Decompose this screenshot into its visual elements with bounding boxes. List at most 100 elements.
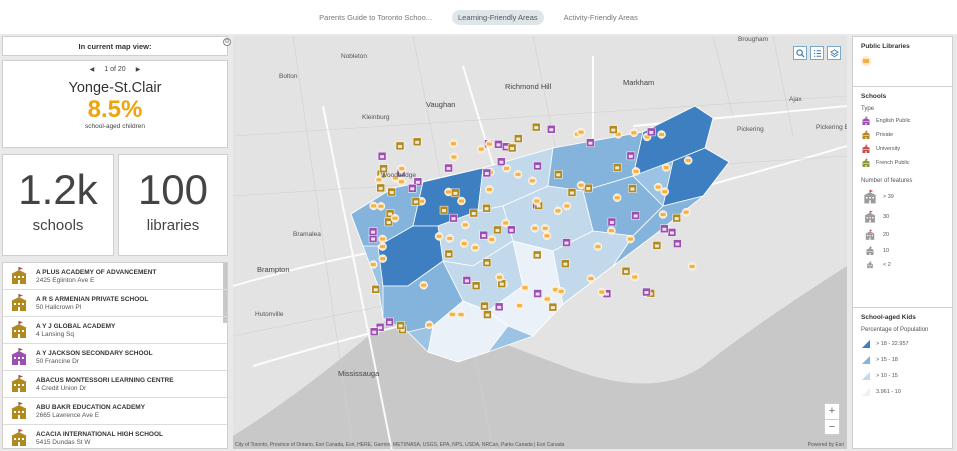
next-arrow-icon[interactable]: ▶ xyxy=(136,66,141,73)
library-marker[interactable] xyxy=(457,196,466,206)
school-cluster-marker[interactable] xyxy=(482,168,492,178)
school-cluster-marker[interactable] xyxy=(584,183,593,193)
library-marker[interactable] xyxy=(369,201,378,211)
school-cluster-marker[interactable] xyxy=(479,230,488,240)
list-item[interactable]: A Y JACKSON SECONDARY SCHOOL 50 Francine … xyxy=(3,344,227,371)
school-cluster-marker[interactable] xyxy=(412,137,422,147)
school-cluster-marker[interactable] xyxy=(395,141,405,151)
school-cluster-marker[interactable] xyxy=(507,143,517,153)
school-cluster-marker[interactable] xyxy=(652,241,662,250)
library-marker[interactable] xyxy=(502,164,511,173)
school-cluster-marker[interactable] xyxy=(562,238,571,247)
library-marker[interactable] xyxy=(543,294,552,304)
library-marker[interactable] xyxy=(520,283,530,292)
school-cluster-marker[interactable] xyxy=(377,151,387,161)
library-marker[interactable] xyxy=(495,273,504,282)
powered-by[interactable]: Powered by Esri xyxy=(808,442,844,448)
library-marker[interactable] xyxy=(626,234,635,244)
school-cluster-marker[interactable] xyxy=(548,302,558,312)
library-marker[interactable] xyxy=(562,201,572,211)
school-cluster-marker[interactable] xyxy=(444,249,454,259)
library-marker[interactable] xyxy=(530,224,540,233)
library-marker[interactable] xyxy=(658,210,668,219)
library-marker[interactable] xyxy=(456,310,466,319)
library-marker[interactable] xyxy=(445,234,455,243)
library-marker[interactable] xyxy=(501,218,510,228)
school-cluster-marker[interactable] xyxy=(667,228,677,237)
school-cluster-marker[interactable] xyxy=(449,213,458,223)
library-marker[interactable] xyxy=(376,202,386,211)
search-icon[interactable] xyxy=(793,46,807,60)
library-marker[interactable] xyxy=(653,182,663,192)
library-marker[interactable] xyxy=(687,262,697,271)
library-marker[interactable] xyxy=(378,242,387,251)
school-cluster-marker[interactable] xyxy=(621,266,631,276)
school-cluster-marker[interactable] xyxy=(439,205,449,215)
library-marker[interactable] xyxy=(661,163,671,172)
library-marker[interactable] xyxy=(448,310,457,319)
library-marker[interactable] xyxy=(576,127,586,137)
school-cluster-marker[interactable] xyxy=(586,138,595,147)
school-cluster-marker[interactable] xyxy=(444,163,453,173)
list-item[interactable]: ACACIA INTERNATIONAL HIGH SCHOOL 5415 Dun… xyxy=(3,425,227,448)
library-marker[interactable] xyxy=(660,187,670,196)
school-cluster-marker[interactable] xyxy=(462,276,472,285)
library-marker[interactable] xyxy=(449,139,458,148)
school-cluster-marker[interactable] xyxy=(660,224,669,234)
school-cluster-marker[interactable] xyxy=(494,302,504,312)
list-item[interactable]: A Y J GLOBAL ACADEMY 4 Lansing Sq xyxy=(3,317,227,344)
library-marker[interactable] xyxy=(369,260,378,269)
library-marker[interactable] xyxy=(630,272,640,282)
layers-icon[interactable] xyxy=(827,46,841,60)
school-cluster-marker[interactable] xyxy=(408,184,417,193)
school-cluster-marker[interactable] xyxy=(411,197,421,206)
library-marker[interactable] xyxy=(487,235,496,244)
school-cluster-marker[interactable] xyxy=(561,259,570,268)
library-marker[interactable] xyxy=(470,243,480,252)
school-cluster-marker[interactable] xyxy=(371,285,381,294)
school-cluster-marker[interactable] xyxy=(567,188,577,197)
library-marker[interactable] xyxy=(607,226,616,235)
library-marker[interactable] xyxy=(542,231,552,241)
legend-list-icon[interactable] xyxy=(810,46,824,60)
library-marker[interactable] xyxy=(477,144,486,154)
list-item[interactable]: A R S ARMENIAN PRIVATE SCHOOL 50 Hallcrow… xyxy=(3,290,227,317)
school-cluster-marker[interactable] xyxy=(480,301,489,311)
library-marker[interactable] xyxy=(576,180,586,190)
library-marker[interactable] xyxy=(449,152,459,162)
school-cluster-marker[interactable] xyxy=(376,183,385,193)
school-cluster-marker[interactable] xyxy=(396,321,405,330)
school-cluster-marker[interactable] xyxy=(607,217,617,227)
library-marker[interactable] xyxy=(424,320,434,330)
library-marker[interactable] xyxy=(553,206,563,216)
zoom-out-button[interactable]: − xyxy=(825,419,839,434)
school-cluster-marker[interactable] xyxy=(387,187,396,197)
library-marker[interactable] xyxy=(378,234,387,244)
collapse-icon[interactable]: ⊖ xyxy=(223,38,231,46)
school-cluster-marker[interactable] xyxy=(497,157,506,166)
tab-parents-guide[interactable]: Parents Guide to Toronto Schoo... xyxy=(313,10,438,25)
map-view[interactable]: Bolton Nobleton Richmond Hill Markham Vaugha… xyxy=(233,36,847,449)
school-cluster-marker[interactable] xyxy=(533,161,542,171)
library-marker[interactable] xyxy=(593,242,603,251)
school-cluster-marker[interactable] xyxy=(482,203,491,213)
library-marker[interactable] xyxy=(459,239,469,248)
school-cluster-marker[interactable] xyxy=(494,140,503,149)
list-item[interactable]: A PLUS ACADEMY OF ADVANCEMENT 2425 Eglint… xyxy=(3,263,227,290)
school-cluster-marker[interactable] xyxy=(469,208,478,218)
school-cluster-marker[interactable] xyxy=(385,317,394,327)
library-marker[interactable] xyxy=(683,156,693,165)
school-cluster-marker[interactable] xyxy=(554,170,563,179)
library-marker[interactable] xyxy=(390,213,400,223)
library-marker[interactable] xyxy=(586,274,596,283)
school-cluster-marker[interactable] xyxy=(483,310,492,319)
library-marker[interactable] xyxy=(419,280,428,290)
school-cluster-marker[interactable] xyxy=(493,225,502,235)
library-marker[interactable] xyxy=(532,196,542,206)
library-marker[interactable] xyxy=(629,128,639,138)
library-marker[interactable] xyxy=(528,176,537,186)
school-cluster-marker[interactable] xyxy=(647,127,656,137)
map-canvas[interactable] xyxy=(233,36,847,449)
school-cluster-marker[interactable] xyxy=(609,125,618,134)
library-marker[interactable] xyxy=(556,287,566,296)
